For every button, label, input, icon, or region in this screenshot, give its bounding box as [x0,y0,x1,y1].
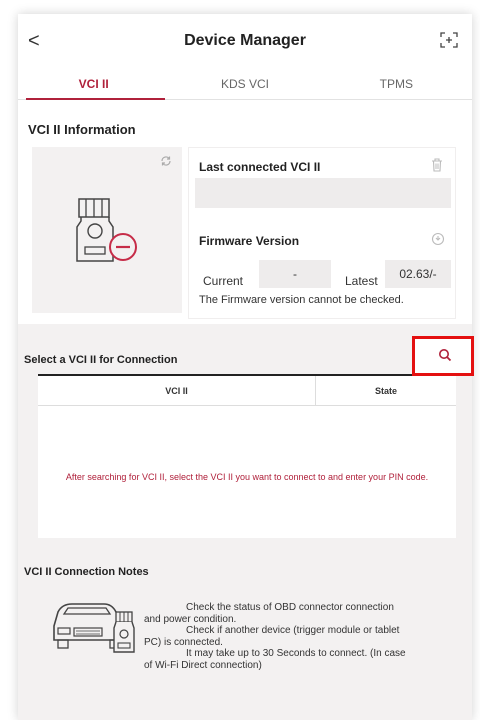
tab-bar: VCI II KDS VCI TPMS [18,70,472,100]
current-label: Current [203,274,244,288]
latest-version-value: 02.63/- [385,260,451,288]
note-line: and power condition. [144,613,237,625]
empty-table-message: After searching for VCI II, select the V… [65,472,429,482]
vci-device-icon [76,198,137,262]
note-line: Check if another device (trigger module … [186,625,400,637]
note-line: of Wi-Fi Direct connection) [144,659,262,671]
trash-icon[interactable] [431,158,443,172]
refresh-icon[interactable] [160,155,172,167]
firmware-message: The Firmware version cannot be checked. [199,294,404,306]
connection-notes-title: VCI II Connection Notes [24,566,149,578]
vci-info-title: VCI II Information [28,122,136,137]
car-connection-icon [53,603,135,653]
search-button[interactable] [412,336,474,376]
column-state: State [374,386,397,396]
device-manager-screen: < Device Manager VCI II KDS VCI TPMS VCI… [18,14,472,720]
tab-tpms[interactable]: TPMS [321,70,472,99]
note-line: Check the status of OBD connector connec… [186,602,394,613]
column-vci-ii: VCI II [38,376,316,406]
header-bar: < Device Manager [18,14,472,68]
tab-vci-ii[interactable]: VCI II [18,70,169,100]
note-line: PC) is connected. [144,636,223,648]
last-connected-label: Last connected VCI II [199,160,321,174]
latest-label: Latest [345,274,378,288]
vci-detail-panel: Last connected VCI II Firmware Version C… [188,147,456,319]
vci-table: VCI II State After searching for VCI II,… [38,374,456,538]
table-header: VCI II State [38,376,456,406]
note-line: It may take up to 30 Seconds to connect.… [186,648,406,660]
select-vci-title: Select a VCI II for Connection [24,354,178,366]
connection-section: Select a VCI II for Connection VCI II St… [18,324,472,720]
tab-kds-vci[interactable]: KDS VCI [169,70,320,99]
scan-icon[interactable] [440,32,458,48]
firmware-version-label: Firmware Version [199,234,300,248]
current-version-value: - [259,260,331,288]
search-icon [439,349,452,362]
connection-notes-text: Check the status of OBD connector connec… [144,602,444,672]
page-title: Device Manager [184,32,306,49]
update-icon[interactable] [431,232,445,246]
vci-info-section: Last connected VCI II Firmware Version C… [32,147,456,319]
last-connected-field [195,178,451,208]
device-image-panel [32,147,182,313]
